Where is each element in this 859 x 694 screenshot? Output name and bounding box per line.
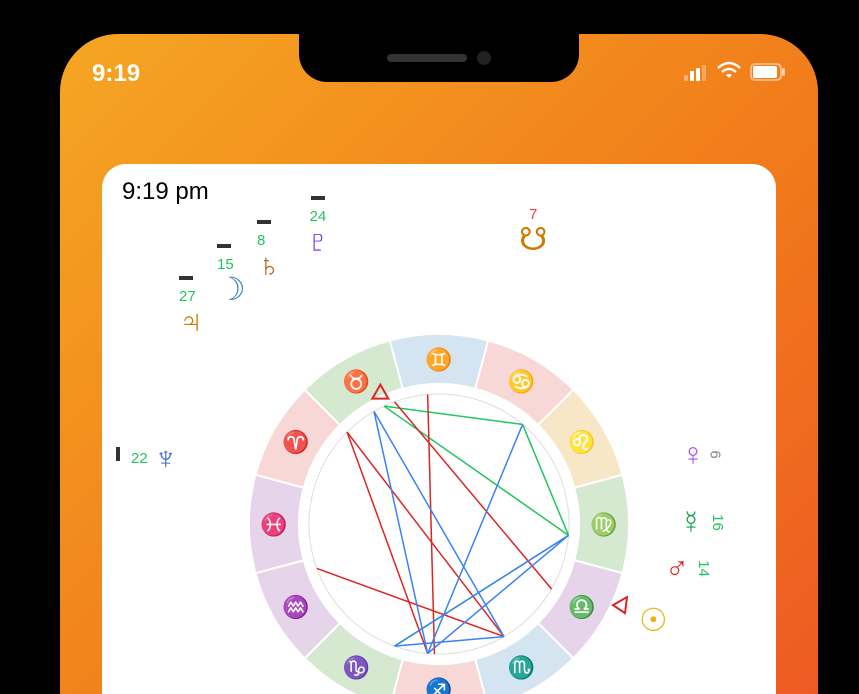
svg-text:♍: ♍ bbox=[590, 512, 617, 537]
astro-card[interactable]: 9:19 pm ♈ ♉ ♊ ♋ ♌ ♍ ♎ ♏ ♐ ♑ ♒ ♓ 7 ☋ 24 ♇ 8 ♄ bbox=[102, 164, 776, 694]
sun-label: ☉ bbox=[639, 604, 668, 636]
status-time: 9:19 bbox=[92, 60, 140, 88]
south-node-label: 7 ☋ bbox=[519, 206, 547, 255]
svg-text:♐: ♐ bbox=[425, 677, 452, 694]
svg-text:♑: ♑ bbox=[343, 655, 370, 680]
signal-icon bbox=[684, 60, 708, 88]
mars-degree: 14 bbox=[695, 560, 712, 577]
neptune-label: 22 ♆ bbox=[111, 442, 178, 474]
venus-icon: ♀ bbox=[681, 438, 705, 470]
jupiter-icon: ♃ bbox=[179, 305, 203, 337]
svg-text:♈: ♈ bbox=[282, 430, 309, 455]
jupiter-label: 27 ♃ bbox=[179, 276, 203, 337]
chart-time-label: 9:19 pm bbox=[122, 178, 209, 206]
battery-icon bbox=[750, 60, 786, 88]
mars-label: ♂ 14 bbox=[665, 552, 712, 584]
sun-icon: ☉ bbox=[639, 602, 668, 638]
neptune-icon: ♆ bbox=[154, 442, 178, 474]
mercury-icon: ☿ bbox=[679, 506, 703, 538]
venus-degree: 6 bbox=[707, 450, 724, 458]
natal-chart[interactable]: ♈♉♊♋♌♍♎♏♐♑♒♓ 7 ☋ 24 ♇ 8 ♄ 15 ☽ bbox=[139, 224, 739, 694]
speaker bbox=[387, 54, 467, 62]
svg-text:♊: ♊ bbox=[425, 347, 452, 372]
phone-frame: 9:19 9:19 pm ♈ ♉ ♊ ♋ ♌ ♍ ♎ ♏ ♐ ♑ ♒ ♓ 7 ☋ bbox=[60, 34, 818, 694]
svg-text:♋: ♋ bbox=[508, 369, 535, 394]
saturn-icon: ♄ bbox=[257, 249, 281, 281]
mercury-label: ☿ 16 bbox=[679, 506, 726, 538]
pluto-icon: ♇ bbox=[306, 225, 330, 257]
front-camera bbox=[477, 51, 491, 65]
mercury-degree: 16 bbox=[709, 514, 726, 531]
moon-icon: ☽ bbox=[217, 273, 246, 305]
neptune-degree: 22 bbox=[131, 450, 148, 467]
south-node-icon: ☋ bbox=[519, 223, 547, 255]
moon-label: 15 ☽ bbox=[217, 244, 246, 305]
svg-text:♒: ♒ bbox=[282, 595, 309, 620]
device-notch bbox=[299, 34, 579, 82]
svg-text:♎: ♎ bbox=[568, 595, 595, 620]
svg-text:♏: ♏ bbox=[508, 655, 535, 680]
svg-text:♌: ♌ bbox=[568, 430, 595, 455]
mars-icon: ♂ bbox=[665, 552, 689, 584]
svg-text:♓: ♓ bbox=[260, 512, 287, 537]
venus-label: ♀ 6 bbox=[681, 438, 719, 470]
wifi-icon bbox=[716, 60, 742, 88]
svg-text:♉: ♉ bbox=[343, 369, 370, 394]
pluto-label: 24 ♇ bbox=[306, 196, 330, 257]
saturn-label: 8 ♄ bbox=[257, 220, 281, 281]
